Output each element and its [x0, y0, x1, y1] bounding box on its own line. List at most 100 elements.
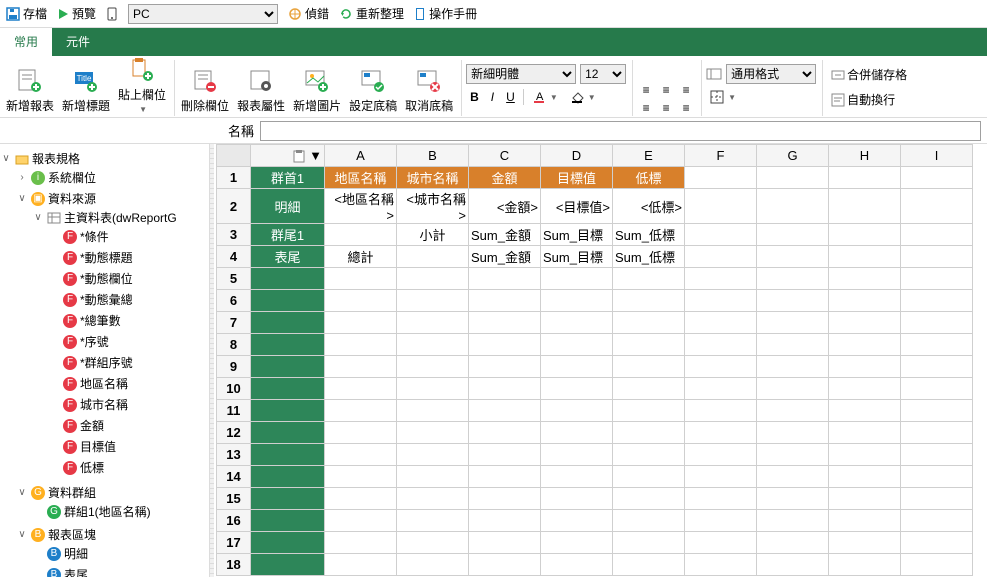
grid-cell[interactable]	[829, 510, 901, 532]
paste-field-button[interactable]: 貼上欄位	[116, 54, 168, 116]
grid-cell[interactable]	[829, 189, 901, 224]
grid-cell[interactable]	[757, 268, 829, 290]
tree-sys-fields[interactable]: ›i系統欄位	[16, 169, 209, 186]
tree-report-block[interactable]: ∨B報表區塊	[16, 526, 209, 543]
grid-cell[interactable]	[325, 334, 397, 356]
grid-cell[interactable]	[901, 532, 973, 554]
tree-field-item[interactable]: F*序號	[48, 333, 209, 350]
grid-cell[interactable]	[541, 488, 613, 510]
section-col-header[interactable]: ▼	[251, 145, 325, 167]
grid-cell[interactable]	[469, 444, 541, 466]
grid-cell[interactable]	[541, 312, 613, 334]
align-middle-button[interactable]: ≡	[657, 82, 675, 98]
row-header[interactable]: 8	[217, 334, 251, 356]
grid-cell[interactable]: Sum_低標	[613, 246, 685, 268]
grid-cell[interactable]	[829, 334, 901, 356]
grid-cell[interactable]: <金額>	[469, 189, 541, 224]
grid-cell[interactable]	[685, 224, 757, 246]
grid-cell[interactable]: 城市名稱	[397, 167, 469, 189]
tree-root[interactable]: ∨ 報表規格	[0, 150, 209, 167]
device-select[interactable]: PC	[128, 4, 278, 24]
grid-cell[interactable]	[829, 444, 901, 466]
grid-cell[interactable]	[829, 422, 901, 444]
row-header[interactable]: 6	[217, 290, 251, 312]
tree-field-item[interactable]: F城市名稱	[48, 396, 209, 413]
tree-data-group[interactable]: ∨G資料群組	[16, 484, 209, 501]
grid-cell[interactable]: <地區名稱>	[325, 189, 397, 224]
col-header[interactable]: E	[613, 145, 685, 167]
align-center-button[interactable]: ≡	[657, 100, 675, 116]
grid-cell[interactable]	[757, 224, 829, 246]
grid-cell[interactable]	[685, 356, 757, 378]
tree-field-item[interactable]: F低標	[48, 459, 209, 476]
section-label-cell[interactable]	[251, 488, 325, 510]
grid-cell[interactable]	[397, 400, 469, 422]
set-base-button[interactable]: 設定底稿	[347, 65, 399, 116]
tree-block-detail[interactable]: B明細	[32, 545, 209, 562]
grid-cell[interactable]	[397, 488, 469, 510]
grid-cell[interactable]	[397, 532, 469, 554]
grid-cell[interactable]	[469, 466, 541, 488]
tab-common[interactable]: 常用	[0, 28, 52, 56]
row-header[interactable]: 5	[217, 268, 251, 290]
grid-cell[interactable]	[469, 422, 541, 444]
row-header[interactable]: 11	[217, 400, 251, 422]
grid-cell[interactable]	[757, 466, 829, 488]
grid-cell[interactable]	[541, 334, 613, 356]
section-label-cell[interactable]	[251, 312, 325, 334]
grid-cell[interactable]: Sum_金額	[469, 246, 541, 268]
grid-cell[interactable]	[685, 554, 757, 576]
grid-cell[interactable]	[829, 246, 901, 268]
tree-field-item[interactable]: F地區名稱	[48, 375, 209, 392]
row-header[interactable]: 3	[217, 224, 251, 246]
align-right-button[interactable]: ≡	[677, 100, 695, 116]
grid-cell[interactable]	[757, 510, 829, 532]
grid-cell[interactable]	[613, 312, 685, 334]
grid-cell[interactable]	[685, 466, 757, 488]
grid-cell[interactable]	[397, 378, 469, 400]
grid-cell[interactable]	[901, 488, 973, 510]
grid-cell[interactable]	[325, 356, 397, 378]
grid-cell[interactable]	[901, 554, 973, 576]
grid-cell[interactable]	[685, 246, 757, 268]
grid-cell[interactable]	[757, 290, 829, 312]
grid-cell[interactable]	[901, 334, 973, 356]
grid-cell[interactable]	[541, 466, 613, 488]
grid-cell[interactable]	[901, 290, 973, 312]
section-label-cell[interactable]: 群尾1	[251, 224, 325, 246]
grid-cell[interactable]	[325, 268, 397, 290]
grid-cell[interactable]	[541, 356, 613, 378]
collapse-icon[interactable]: ∨	[0, 153, 12, 164]
grid-cell[interactable]	[829, 290, 901, 312]
col-header[interactable]: H	[829, 145, 901, 167]
grid-cell[interactable]	[397, 290, 469, 312]
section-label-cell[interactable]	[251, 290, 325, 312]
grid-cell[interactable]	[541, 510, 613, 532]
grid-cell[interactable]	[613, 510, 685, 532]
grid-cell[interactable]	[757, 312, 829, 334]
grid-cell[interactable]	[901, 510, 973, 532]
grid-cell[interactable]	[829, 268, 901, 290]
name-input[interactable]	[260, 121, 981, 141]
mobile-icon-button[interactable]	[106, 7, 118, 21]
grid-cell[interactable]	[325, 312, 397, 334]
grid-cell[interactable]	[757, 444, 829, 466]
grid-cell[interactable]	[541, 444, 613, 466]
grid-cell[interactable]: 總計	[325, 246, 397, 268]
grid-cell[interactable]	[685, 400, 757, 422]
bold-button[interactable]: B	[466, 88, 483, 106]
grid-cell[interactable]	[397, 466, 469, 488]
grid-cell[interactable]	[397, 246, 469, 268]
grid-cell[interactable]	[325, 224, 397, 246]
col-header[interactable]: B	[397, 145, 469, 167]
grid-cell[interactable]	[829, 356, 901, 378]
grid-cell[interactable]	[397, 312, 469, 334]
section-label-cell[interactable]	[251, 400, 325, 422]
section-label-cell[interactable]: 表尾	[251, 246, 325, 268]
row-header[interactable]: 17	[217, 532, 251, 554]
grid-cell[interactable]	[685, 532, 757, 554]
grid-cell[interactable]	[541, 532, 613, 554]
grid-cell[interactable]	[469, 290, 541, 312]
fill-color-button[interactable]	[566, 88, 600, 106]
grid-cell[interactable]	[541, 378, 613, 400]
